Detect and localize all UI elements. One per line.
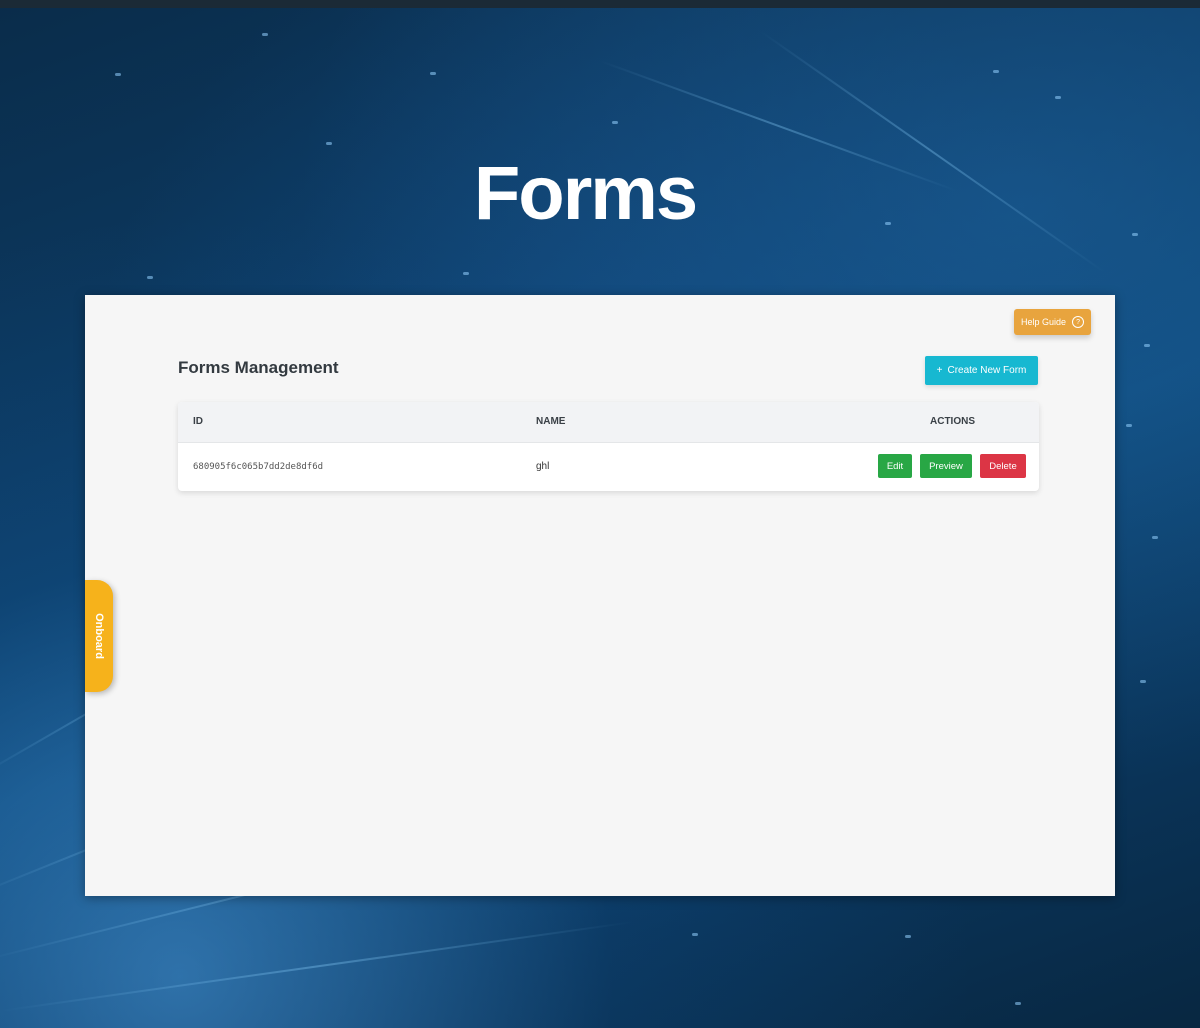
help-guide-label: Help Guide bbox=[1020, 317, 1067, 327]
background-particle bbox=[1055, 96, 1061, 99]
background-particle bbox=[326, 142, 332, 145]
background-particle bbox=[692, 933, 698, 936]
background-particle bbox=[612, 121, 618, 124]
preview-button[interactable]: Preview bbox=[920, 454, 972, 478]
column-header-actions: ACTIONS bbox=[930, 416, 975, 427]
delete-button[interactable]: Delete bbox=[980, 454, 1026, 478]
plus-icon: + bbox=[936, 365, 943, 376]
background-particle bbox=[1140, 680, 1146, 683]
create-new-form-button[interactable]: + Create New Form bbox=[925, 356, 1038, 385]
forms-panel: Help Guide ? Forms Management + Create N… bbox=[85, 295, 1115, 896]
page-background: Forms Help Guide ? Forms Management + Cr… bbox=[0, 0, 1200, 1028]
onboard-label: Onboard bbox=[93, 613, 105, 659]
create-new-form-label: Create New Form bbox=[947, 365, 1027, 376]
background-particle bbox=[147, 276, 153, 279]
background-particle bbox=[993, 70, 999, 73]
background-particle bbox=[115, 73, 121, 76]
section-title: Forms Management bbox=[178, 358, 339, 377]
table-row: 680905f6c065b7dd2de8df6d ghl Edit Previe… bbox=[178, 443, 1039, 491]
background-particle bbox=[1126, 424, 1132, 427]
column-header-name: NAME bbox=[536, 416, 566, 427]
background-particle bbox=[1152, 536, 1158, 539]
form-id-cell: 680905f6c065b7dd2de8df6d bbox=[193, 462, 324, 472]
forms-table: ID NAME ACTIONS 680905f6c065b7dd2de8df6d… bbox=[178, 402, 1039, 491]
table-header: ID NAME ACTIONS bbox=[178, 402, 1039, 443]
top-bar bbox=[0, 0, 1200, 8]
background-particle bbox=[1015, 1002, 1021, 1005]
edit-button[interactable]: Edit bbox=[878, 454, 912, 478]
background-particle bbox=[905, 935, 911, 938]
column-header-id: ID bbox=[193, 416, 203, 427]
page-hero-title: Forms bbox=[473, 151, 698, 236]
form-name-cell: ghl bbox=[536, 461, 550, 472]
background-particle bbox=[463, 272, 469, 275]
question-icon: ? bbox=[1072, 316, 1085, 328]
background-particle bbox=[1144, 344, 1150, 347]
background-particle bbox=[262, 33, 268, 36]
background-streak bbox=[0, 920, 634, 1012]
onboard-tab[interactable]: Onboard bbox=[85, 580, 113, 692]
help-guide-button[interactable]: Help Guide ? bbox=[1014, 309, 1091, 335]
background-particle bbox=[430, 72, 436, 75]
